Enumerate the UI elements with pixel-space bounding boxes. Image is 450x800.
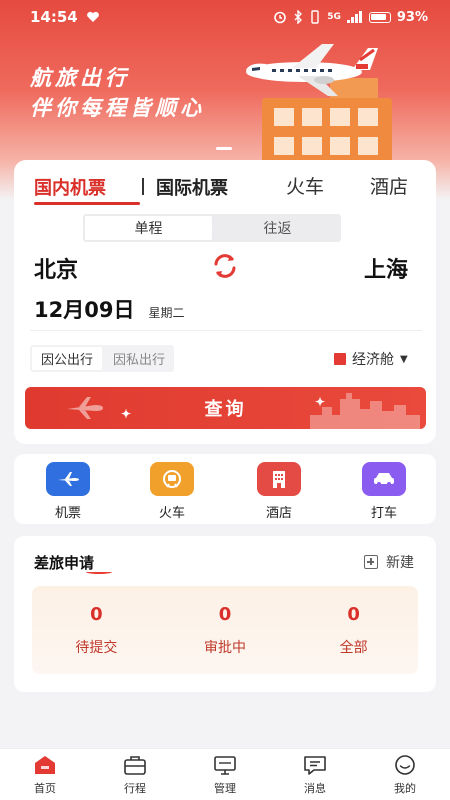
nav-profile[interactable]: 我的 [360, 749, 450, 800]
nav-profile-label: 我的 [394, 781, 416, 795]
hero-slogan-line2: 伴你每程皆顺心 [30, 95, 205, 120]
stat-label: 全部 [339, 639, 368, 656]
service-flight-label: 机票 [54, 506, 81, 521]
airplane-illustration [246, 44, 378, 96]
service-train-label: 火车 [158, 506, 185, 521]
departure-city[interactable]: 北京 [34, 252, 78, 284]
add-icon [364, 555, 378, 569]
service-hotel-label: 酒店 [265, 506, 292, 521]
heart-rate-icon [86, 11, 99, 22]
taxi-icon [362, 462, 406, 496]
service-flight[interactable]: 机票 [35, 462, 101, 521]
network-type: 5G [327, 12, 341, 22]
city-skyline-decoration [310, 393, 420, 429]
travel-approvals-card: 差旅申请 新建 0 待提交 0 审批中 0 全部 [14, 536, 436, 692]
stat-pending-submit[interactable]: 0 待提交 [32, 586, 161, 674]
battery-level: 93% [396, 9, 428, 25]
swap-cities-icon[interactable] [210, 251, 240, 281]
signal-icon [346, 11, 362, 23]
nav-trips[interactable]: 行程 [90, 749, 180, 800]
service-hotel[interactable]: 酒店 [246, 462, 312, 521]
approval-stats: 0 待提交 0 审批中 0 全部 [32, 586, 418, 674]
luggage-icon [124, 755, 146, 775]
arrival-city[interactable]: 上海 [364, 252, 408, 284]
service-taxi[interactable]: 打车 [351, 462, 417, 521]
stat-value: 0 [90, 603, 103, 625]
tab-train[interactable]: 火车 [286, 172, 324, 199]
trip-type-toggle: 单程 往返 [83, 214, 341, 242]
stat-in-review[interactable]: 0 审批中 [161, 586, 290, 674]
cabin-class-value: 经济舱 [352, 352, 394, 368]
nav-trips-label: 行程 [124, 781, 146, 795]
departure-date[interactable]: 12月09日 星期二 [34, 294, 184, 324]
active-tab-indicator [34, 202, 140, 205]
search-button-label: 查询 [204, 399, 247, 419]
trip-purpose-toggle: 因公出行 因私出行 [30, 345, 175, 372]
profile-icon [395, 754, 415, 775]
stat-all[interactable]: 0 全部 [289, 586, 418, 674]
stat-label: 审批中 [204, 639, 246, 656]
date-value: 12月09日 [34, 298, 135, 322]
booking-tabs: 国内机票 国际机票 火车 酒店 [14, 160, 436, 206]
hotel-icon [257, 462, 301, 496]
personal-trip-option[interactable]: 因私出行 [104, 345, 174, 372]
tab-domestic-flights[interactable]: 国内机票 [34, 174, 106, 200]
chevron-down-icon: ▼ [400, 353, 408, 365]
new-application-button[interactable]: 新建 [364, 552, 414, 572]
round-trip-option[interactable]: 往返 [214, 214, 341, 242]
one-way-option[interactable]: 单程 [85, 216, 212, 240]
cabin-flag-icon [334, 353, 346, 365]
nav-home[interactable]: 首页 [0, 749, 90, 800]
search-button[interactable]: ✦ ✦ 查询 [25, 387, 426, 429]
status-time: 14:54 [30, 8, 78, 26]
cabin-class-select[interactable]: 经济舱 ▼ [334, 349, 408, 369]
new-application-label: 新建 [386, 555, 414, 571]
battery-icon [368, 11, 391, 23]
home-icon [35, 755, 55, 774]
plane-ticket-icon [46, 462, 90, 496]
stat-value: 0 [218, 603, 232, 625]
stat-value: 0 [347, 603, 360, 625]
service-train[interactable]: 火车 [139, 462, 205, 521]
nav-messages[interactable]: 消息 [270, 749, 360, 800]
quick-services: 机票 火车 酒店 打车 [14, 454, 436, 524]
business-trip-option[interactable]: 因公出行 [32, 347, 103, 370]
service-taxi-label: 打车 [370, 506, 397, 521]
message-icon [304, 755, 326, 775]
monitor-icon [214, 755, 236, 775]
nav-manage-label: 管理 [214, 781, 236, 795]
weekday-label: 星期二 [148, 306, 185, 320]
hero-slogan-line1: 航旅出行 [30, 65, 130, 90]
tab-international-flights[interactable]: 国际机票 [156, 174, 228, 200]
tab-hotel[interactable]: 酒店 [370, 172, 408, 199]
train-icon [150, 462, 194, 496]
nav-home-label: 首页 [34, 781, 56, 795]
hero-carousel-indicator [216, 147, 232, 150]
status-bar: 14:54 5G 93% [0, 0, 450, 34]
alarm-icon [274, 11, 287, 24]
tab-separator [142, 178, 144, 195]
vibrate-icon [311, 10, 319, 24]
approvals-title: 差旅申请 [34, 554, 95, 572]
title-underline-decoration [86, 570, 112, 574]
nav-messages-label: 消息 [304, 781, 326, 795]
bottom-navigation: 首页 行程 管理 消息 我的 [0, 748, 450, 800]
stat-label: 待提交 [75, 639, 118, 656]
plane-decoration-icon [67, 397, 103, 419]
sparkle-decoration: ✦ [121, 407, 132, 421]
bluetooth-icon [294, 10, 303, 24]
nav-manage[interactable]: 管理 [180, 749, 270, 800]
divider [30, 330, 422, 331]
